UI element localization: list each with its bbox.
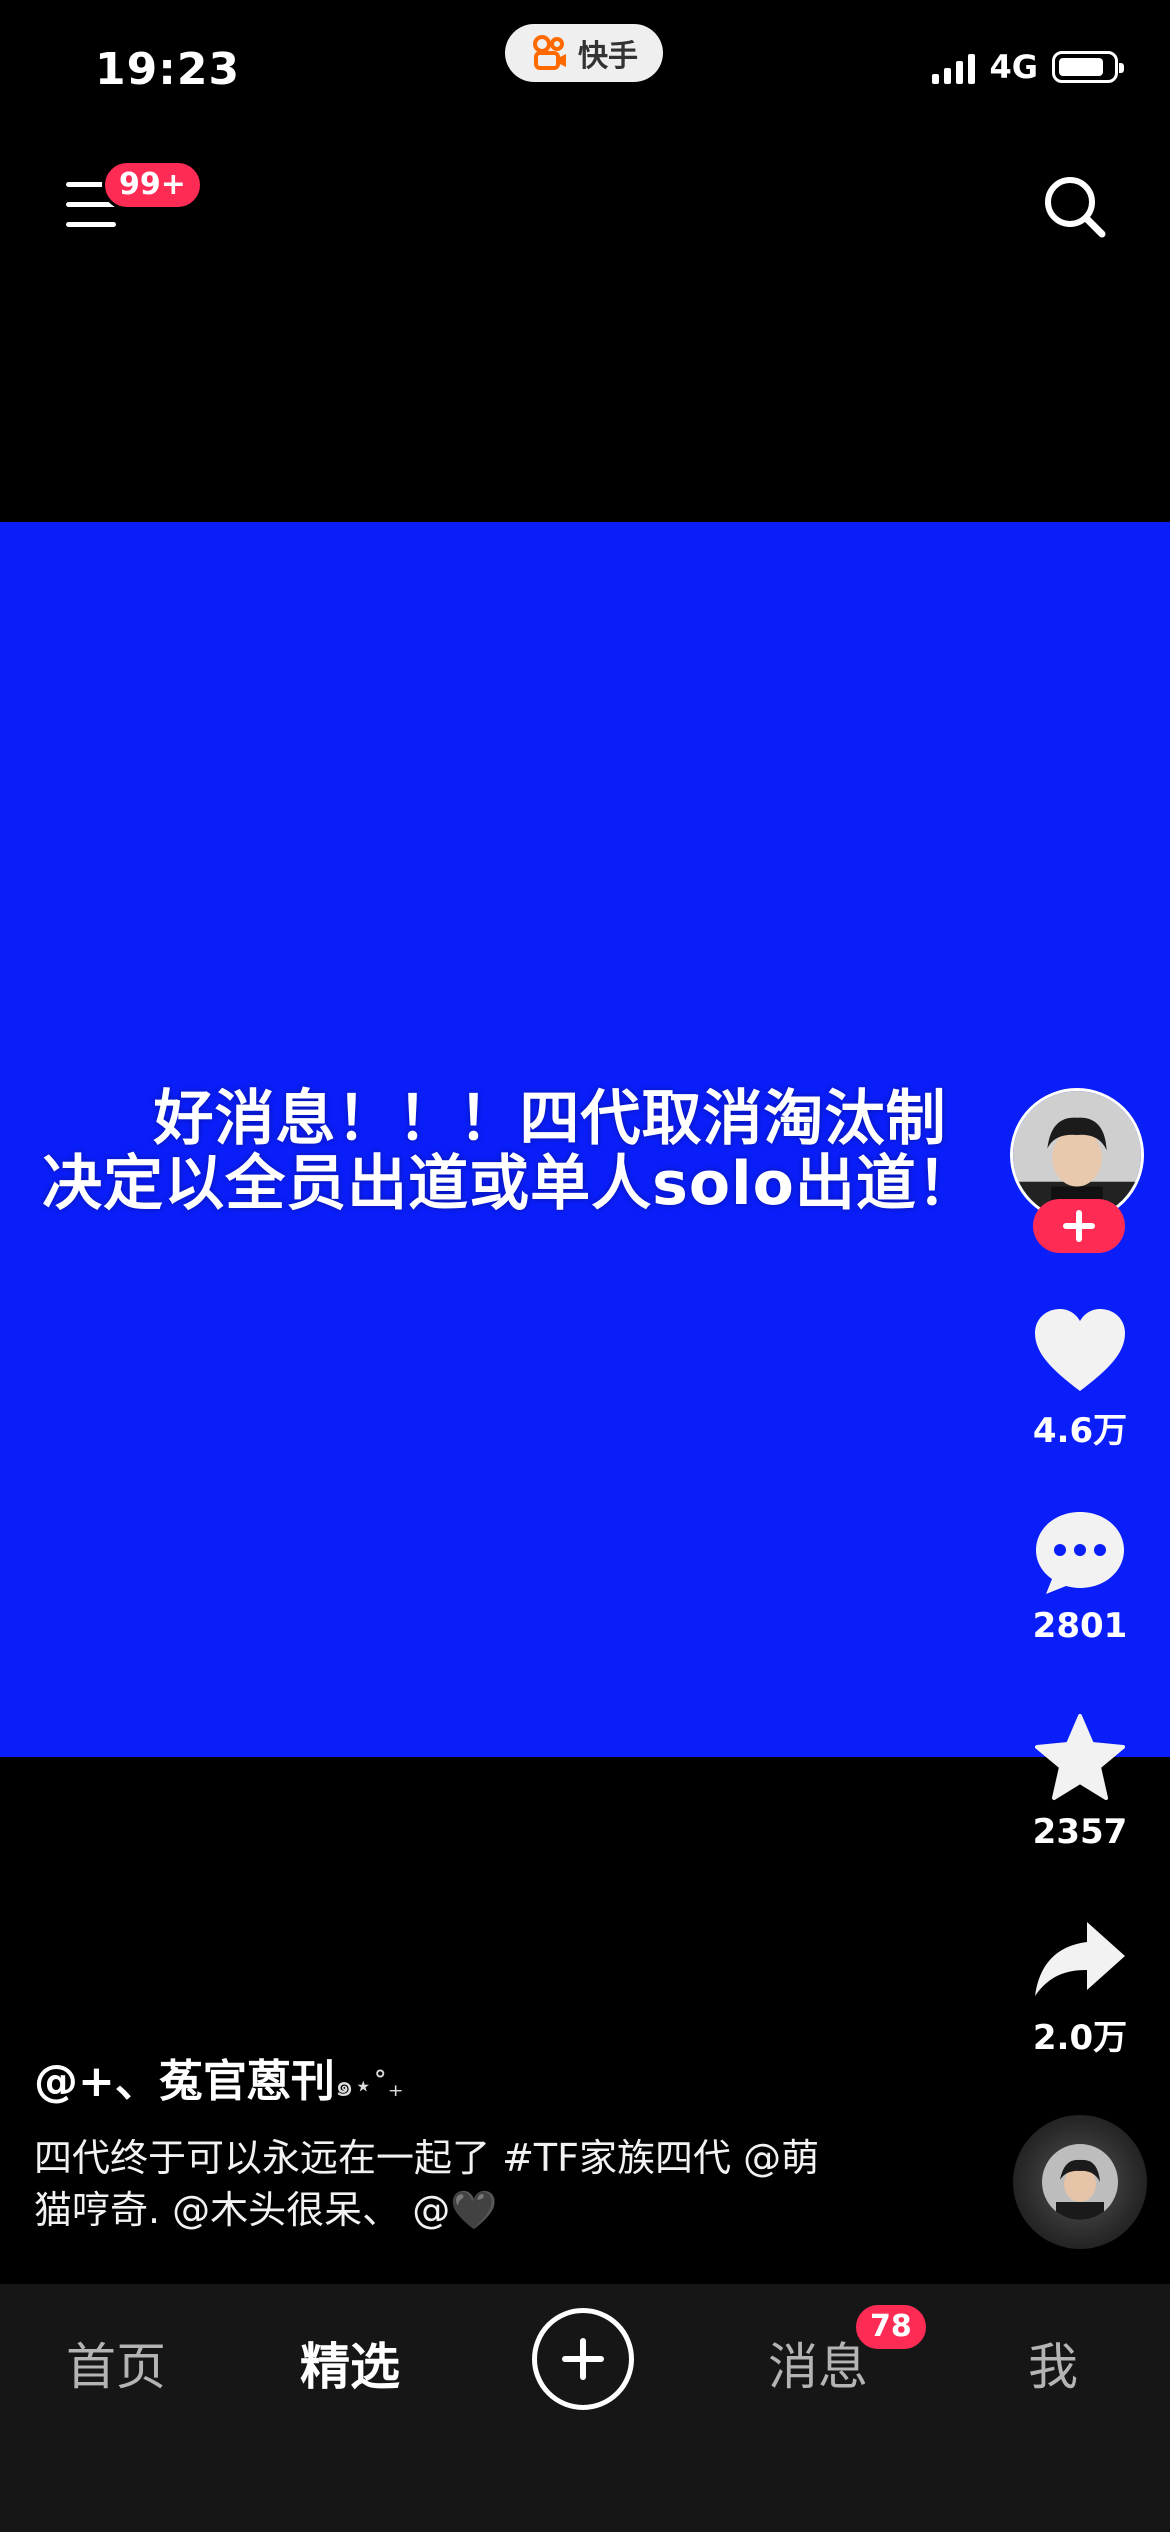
favorite-count: 2357 <box>1032 1812 1128 1852</box>
plus-icon <box>562 2338 604 2380</box>
like-count: 4.6万 <box>1032 1411 1128 1451</box>
share-button[interactable]: 2.0万 <box>1020 1916 1140 2059</box>
signal-icon <box>932 50 976 84</box>
caption-line2: 猫哼奇. @木头很呆、 @🖤 <box>34 2188 498 2232</box>
music-disc-button[interactable] <box>1013 2115 1147 2249</box>
share-count: 2.0万 <box>1032 2018 1128 2058</box>
author-decoration: ๑⋆˚₊ <box>334 2069 404 2104</box>
menu-notification-badge: 99+ <box>102 160 203 210</box>
comment-button[interactable]: 2801 <box>1020 1508 1140 1646</box>
star-icon <box>1035 1714 1125 1800</box>
app-indicator-pill[interactable]: 快手 <box>505 24 663 82</box>
comment-bubble-icon <box>1036 1512 1124 1594</box>
like-button[interactable]: 4.6万 <box>1020 1305 1140 1452</box>
status-indicators: 4G <box>932 48 1124 86</box>
messages-badge: 78 <box>853 2302 929 2352</box>
tab-me[interactable]: 我 <box>1028 2327 1078 2399</box>
video-overlay-text-line2: 决定以全员出道或单人solo出道！ <box>42 1149 978 1219</box>
post-caption[interactable]: 四代终于可以永远在一起了 #TF家族四代 @萌 猫哼奇. @木头很呆、 @🖤 <box>34 2132 894 2236</box>
music-disc-cover <box>1042 2144 1118 2220</box>
caption-line1: 四代终于可以永远在一起了 #TF家族四代 @萌 <box>34 2136 820 2180</box>
search-icon[interactable] <box>1040 172 1110 242</box>
share-arrow-icon <box>1035 1922 1125 1996</box>
battery-icon <box>1052 51 1124 83</box>
favorite-button[interactable]: 2357 <box>1020 1712 1140 1852</box>
author-name[interactable]: @+、菟官蒽刊๑⋆˚₊ <box>34 2045 404 2110</box>
follow-button[interactable] <box>1033 1199 1125 1253</box>
app-name: 快手 <box>578 39 638 74</box>
network-type: 4G <box>989 48 1038 86</box>
heart-icon <box>1035 1309 1125 1391</box>
comment-count: 2801 <box>1032 1606 1128 1646</box>
tab-home[interactable]: 首页 <box>66 2327 166 2399</box>
tab-messages[interactable]: 消息 <box>768 2327 868 2399</box>
create-post-button[interactable] <box>532 2308 634 2410</box>
kuaishou-logo-icon <box>533 35 566 70</box>
status-time: 19:23 <box>95 44 241 95</box>
plus-icon <box>1063 1210 1095 1242</box>
tab-featured[interactable]: 精选 <box>300 2327 400 2399</box>
author-handle: @+、菟官蒽刊 <box>34 2056 335 2107</box>
